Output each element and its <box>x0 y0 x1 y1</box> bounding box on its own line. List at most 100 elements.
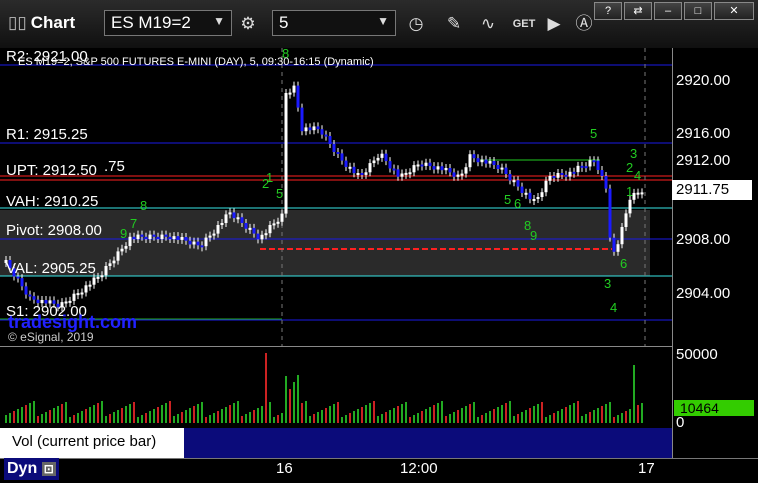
volume-bar <box>409 417 411 423</box>
candle-body <box>144 236 148 239</box>
candle-body <box>324 134 328 137</box>
volume-bar <box>481 415 483 423</box>
volume-bar <box>297 375 299 423</box>
candle-body <box>460 173 464 176</box>
get-label: GET <box>512 18 536 30</box>
volume-bar <box>501 405 503 423</box>
volume-bar <box>561 409 563 423</box>
volume-bar <box>101 401 103 423</box>
gear-icon[interactable]: ⚙ <box>234 10 262 38</box>
volume-bar <box>213 413 215 423</box>
candle-body <box>340 153 344 161</box>
interval-combo[interactable]: 5 ▼ <box>272 10 396 36</box>
candle-body <box>104 266 108 276</box>
volume-bar <box>337 402 339 423</box>
candle-body <box>328 136 332 144</box>
volume-bar <box>313 414 315 423</box>
price-chart[interactable]: 8215879532416345689 R2: 2921.00 ES M19=2… <box>0 46 672 346</box>
volume-bar <box>349 413 351 423</box>
volume-study-label[interactable]: Vol (current price bar) <box>0 428 184 458</box>
volume-bar <box>173 416 175 423</box>
menu-bars-icon[interactable]: ▯▯ <box>8 13 27 32</box>
volume-bar <box>617 415 619 423</box>
candle-body <box>616 244 620 252</box>
volume-bar <box>433 405 435 423</box>
study-icon[interactable]: ∿ <box>474 10 502 38</box>
minimize-button[interactable]: – <box>654 2 682 20</box>
volume-bar <box>237 401 239 423</box>
volume-bar <box>33 401 35 423</box>
td-count-label: 7 <box>130 216 137 231</box>
volume-bar <box>537 404 539 423</box>
volume-bar <box>621 413 623 423</box>
volume-bar <box>149 411 151 423</box>
volume-bar <box>529 408 531 423</box>
td-count-label: 9 <box>530 228 537 243</box>
close-button[interactable]: ✕ <box>714 2 754 20</box>
volume-bar <box>469 404 471 423</box>
volume-bar <box>241 416 243 423</box>
copyright: © eSignal, 2019 <box>8 330 94 344</box>
close-icon[interactable]: × <box>170 428 178 444</box>
toolbar: ▯▯ Chart ES M19=2 ▼ ⚙ 5 ▼ ◷ ✎ ∿ GET ▶ Ⓐ ? ⇄… <box>0 0 758 49</box>
candle-body <box>248 227 252 230</box>
candle-body <box>156 236 160 239</box>
window-title: ▯▯ Chart <box>8 13 75 33</box>
volume-bar <box>289 389 291 423</box>
td-count-label: 3 <box>604 276 611 291</box>
dynamic-label: Dyn <box>7 460 38 477</box>
candle-body <box>572 171 576 174</box>
pencil-icon[interactable]: ✎ <box>440 10 468 38</box>
clock-icon[interactable]: ◷ <box>402 10 430 38</box>
price-axis[interactable] <box>672 48 758 458</box>
candle-body <box>436 166 440 170</box>
candle-body <box>476 158 480 163</box>
volume-bar <box>53 408 55 423</box>
volume-bar <box>69 417 71 423</box>
candle-body <box>568 171 572 177</box>
candle-body <box>548 176 552 181</box>
volume-bar <box>185 410 187 423</box>
candle-body <box>32 296 36 300</box>
td-count-label: 5 <box>276 186 283 201</box>
candle-body <box>364 172 368 175</box>
volume-bar <box>117 410 119 423</box>
get-button[interactable]: GET <box>508 10 540 38</box>
symbol-combo[interactable]: ES M19=2 ▼ <box>104 10 232 36</box>
candle-body <box>504 167 508 174</box>
candle-body <box>392 168 396 171</box>
volume-bar <box>269 402 271 423</box>
pivot-label: Pivot: 2908.00 <box>6 222 102 239</box>
td-count-label: 1 <box>266 170 273 185</box>
dynamic-button[interactable]: Dyn ⊡ <box>4 458 59 480</box>
candle-body <box>252 227 256 234</box>
volume-bar <box>249 412 251 423</box>
candle-body <box>636 192 640 195</box>
volume-bar <box>541 402 543 423</box>
candle-body <box>200 245 204 248</box>
help-icon[interactable]: ? <box>594 2 622 20</box>
candle-body <box>428 162 432 167</box>
maximize-button[interactable]: □ <box>684 2 712 20</box>
volume-bar <box>613 417 615 423</box>
candle-body <box>592 160 596 163</box>
play-icon[interactable]: ▶ <box>540 10 568 38</box>
candle-body <box>28 294 32 297</box>
volume-bar <box>449 414 451 423</box>
volume-bar <box>417 413 419 423</box>
candle-body <box>180 237 184 240</box>
volume-panel[interactable] <box>0 346 672 429</box>
candle-body <box>432 166 436 170</box>
td-count-label: 4 <box>610 300 617 315</box>
volume-bar <box>577 401 579 423</box>
volume-bar <box>177 414 179 423</box>
volume-bar <box>421 411 423 423</box>
candle-body <box>384 153 388 162</box>
volume-bar <box>85 409 87 423</box>
volume-bar <box>597 408 599 423</box>
candle-body <box>472 154 476 159</box>
candle-body <box>240 217 244 223</box>
link-icon[interactable]: ⇄ <box>624 2 652 20</box>
candle-body <box>304 127 308 132</box>
candle-body <box>344 160 348 167</box>
